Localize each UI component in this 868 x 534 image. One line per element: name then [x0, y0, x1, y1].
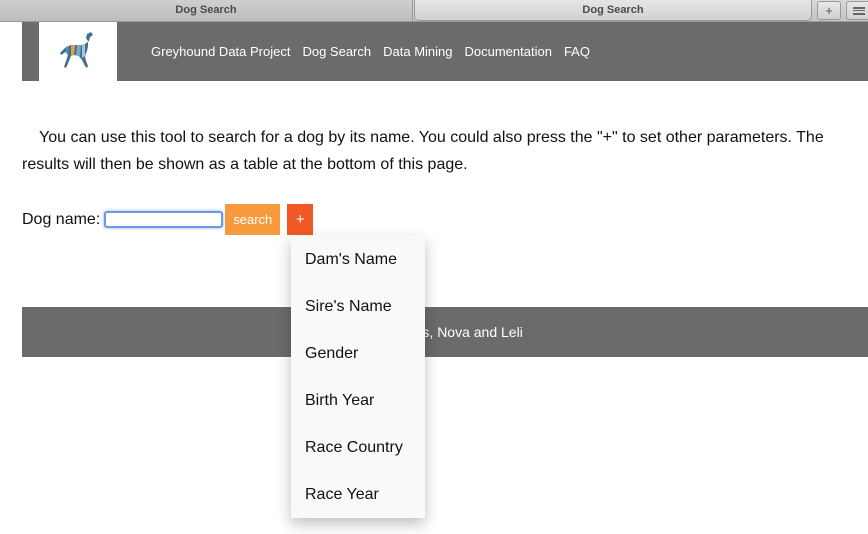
nav-link-documentation[interactable]: Documentation — [465, 44, 552, 59]
footer-credits: y Ferdous, Nova and Leli — [367, 324, 523, 340]
nav-link-faq[interactable]: FAQ — [564, 44, 590, 59]
intro-text: You can use this tool to search for a do… — [22, 129, 824, 173]
dropdown-item-gender[interactable]: Gender — [291, 330, 425, 377]
parameters-dropdown: Dam's Name Sire's Name Gender Birth Year… — [291, 236, 425, 518]
nav-link-data-mining[interactable]: Data Mining — [383, 44, 452, 59]
browser-tab-bar: Dog Search Dog Search + — [0, 0, 868, 22]
logo[interactable] — [39, 22, 117, 81]
search-form: Dog name: search + — [22, 204, 314, 235]
dropdown-item-race-year[interactable]: Race Year — [291, 471, 425, 518]
tab-overview-icon[interactable] — [846, 1, 868, 20]
dropdown-item-birth-year[interactable]: Birth Year — [291, 377, 425, 424]
browser-tab[interactable]: Dog Search — [0, 0, 413, 21]
dropdown-item-race-country[interactable]: Race Country — [291, 424, 425, 471]
more-parameters-button[interactable]: + — [287, 204, 314, 235]
dropdown-item-dams-name[interactable]: Dam's Name — [291, 236, 425, 283]
main-nav: Greyhound Data Project Dog Search Data M… — [151, 22, 602, 81]
dog-name-input[interactable] — [104, 211, 224, 228]
dropdown-item-sires-name[interactable]: Sire's Name — [291, 283, 425, 330]
dog-name-label: Dog name: — [22, 210, 101, 228]
nav-link-dog-search[interactable]: Dog Search — [302, 44, 371, 59]
footer: y Ferdous, Nova and Leli — [22, 307, 868, 357]
browser-tab-active[interactable]: Dog Search — [414, 0, 812, 21]
nav-link-greyhound-data-project[interactable]: Greyhound Data Project — [151, 44, 290, 59]
search-button[interactable]: search — [225, 204, 281, 235]
site-header: Greyhound Data Project Dog Search Data M… — [22, 22, 868, 81]
new-tab-button[interactable]: + — [817, 1, 841, 20]
greyhound-logo-icon — [60, 32, 93, 68]
